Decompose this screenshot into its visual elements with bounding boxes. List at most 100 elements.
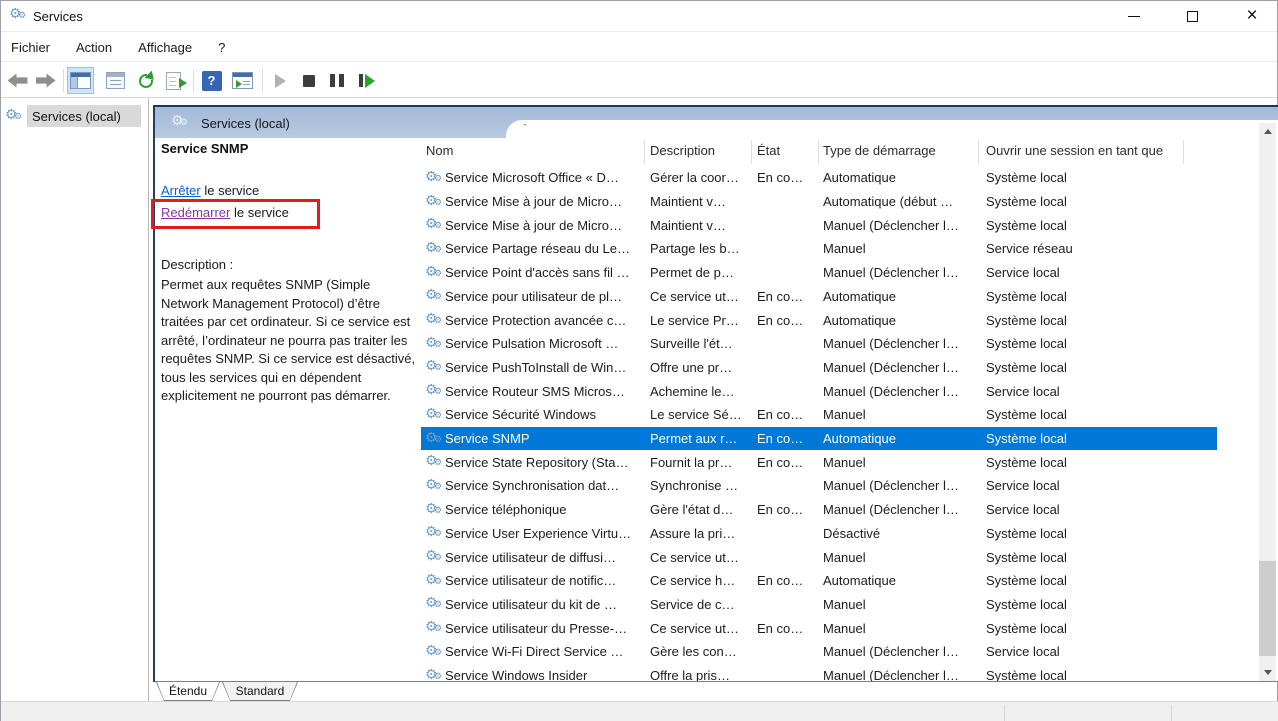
scroll-down-icon[interactable] [1259, 664, 1276, 681]
refresh-icon[interactable] [132, 67, 159, 94]
service-description-cell: Le service Sé… [650, 407, 757, 422]
service-row[interactable]: ⚙⚙Service utilisateur du kit de …Service… [421, 593, 1217, 617]
service-row[interactable]: ⚙⚙Service Point d'accès sans fil …Permet… [421, 261, 1217, 285]
show-taskpad-icon[interactable] [229, 67, 256, 94]
export-list-icon[interactable] [160, 67, 187, 94]
menu-fichier[interactable]: Fichier [11, 40, 50, 55]
service-startup-type-cell: Automatique [823, 431, 986, 446]
column-header-etat[interactable]: État [757, 143, 780, 158]
back-icon[interactable] [4, 67, 31, 94]
service-logon-as-cell: Service local [986, 644, 1213, 659]
service-row[interactable]: ⚙⚙Service Sécurité WindowsLe service Sé…… [421, 403, 1217, 427]
service-row[interactable]: ⚙⚙Service pour utilisateur de pl…Ce serv… [421, 285, 1217, 309]
menu-action[interactable]: Action [76, 40, 112, 55]
scrollbar-thumb[interactable] [1259, 561, 1276, 656]
column-header-nom[interactable]: Nom [426, 143, 453, 158]
service-name-cell: Service téléphonique [445, 502, 566, 517]
service-description-cell: Service de c… [650, 597, 757, 612]
service-description-cell: Offre la pris… [650, 668, 757, 681]
service-logon-as-cell: Service réseau [986, 241, 1213, 256]
service-row[interactable]: ⚙⚙Service PushToInstall de Win…Offre une… [421, 356, 1217, 380]
band-title: Services (local) [201, 116, 290, 131]
service-row[interactable]: ⚙⚙Service utilisateur du Presse-…Ce serv… [421, 616, 1217, 640]
service-description-cell: Achemine le… [650, 384, 757, 399]
service-row[interactable]: ⚙⚙Service Mise à jour de Micro…Maintient… [421, 190, 1217, 214]
service-row[interactable]: ⚙⚙Service Mise à jour de Micro…Maintient… [421, 213, 1217, 237]
start-service-icon[interactable] [267, 67, 294, 94]
service-description-cell: Ce service h… [650, 573, 757, 588]
title-bar: ⚙⚙ Services × [1, 1, 1277, 32]
service-gear-icon: ⚙⚙ [425, 502, 443, 518]
service-row[interactable]: ⚙⚙Service Synchronisation dat…Synchronis… [421, 474, 1217, 498]
service-startup-type-cell: Manuel (Déclencher l… [823, 336, 986, 351]
service-startup-type-cell: Automatique [823, 289, 986, 304]
service-detail-pane: Service SNMP Arrêter le service Redémarr… [161, 141, 419, 156]
service-startup-type-cell: Manuel [823, 407, 986, 422]
service-description-cell: Gère les con… [650, 644, 757, 659]
menu-affichage[interactable]: Affichage [138, 40, 192, 55]
column-header-description[interactable]: Description [650, 143, 715, 158]
properties-icon[interactable] [102, 67, 129, 94]
service-startup-type-cell: Manuel [823, 597, 986, 612]
service-row[interactable]: ⚙⚙Service Protection avancée c…Le servic… [421, 308, 1217, 332]
service-row[interactable]: ⚙⚙Service utilisateur de diffusi…Ce serv… [421, 545, 1217, 569]
service-logon-as-cell: Service local [986, 384, 1213, 399]
scroll-up-icon[interactable] [1259, 123, 1276, 140]
service-row[interactable]: ⚙⚙Service Routeur SMS Micros…Achemine le… [421, 379, 1217, 403]
minimize-icon[interactable] [1111, 1, 1157, 32]
help-icon[interactable]: ? [198, 67, 225, 94]
service-description-cell: Gérer la coor… [650, 170, 757, 185]
stop-service-link[interactable]: Arrêter [161, 183, 201, 198]
service-name-cell: Service Protection avancée c… [445, 313, 626, 328]
service-startup-type-cell: Manuel (Déclencher l… [823, 218, 986, 233]
stop-service-suffix: le service [201, 183, 260, 198]
close-icon[interactable]: × [1229, 1, 1275, 32]
column-header-ouvrir-session[interactable]: Ouvrir une session en tant que [986, 143, 1163, 158]
service-startup-type-cell: Manuel (Déclencher l… [823, 360, 986, 375]
service-startup-type-cell: Manuel (Déclencher l… [823, 384, 986, 399]
service-name-cell: Service utilisateur du Presse-… [445, 621, 627, 636]
service-description-cell: Gère l'état d… [650, 502, 757, 517]
service-status-cell: En co… [757, 289, 823, 304]
service-description-cell: Ce service ut… [650, 550, 757, 565]
service-row[interactable]: ⚙⚙Service Wi-Fi Direct Service …Gère les… [421, 640, 1217, 664]
service-row[interactable]: ⚙⚙Service User Experience Virtu…Assure l… [421, 522, 1217, 546]
service-row[interactable]: ⚙⚙Service Partage réseau du Le…Partage l… [421, 237, 1217, 261]
service-row[interactable]: ⚙⚙Service State Repository (Sta…Fournit … [421, 450, 1217, 474]
service-rows: ⚙⚙Service Microsoft Office « D…Gérer la … [421, 166, 1217, 681]
tab-standard[interactable]: Standard [222, 682, 298, 701]
service-gear-icon: ⚙⚙ [425, 312, 443, 328]
list-scrollbar[interactable] [1259, 123, 1276, 681]
service-startup-type-cell: Manuel (Déclencher l… [823, 265, 986, 280]
service-name-cell: Service State Repository (Sta… [445, 455, 629, 470]
service-logon-as-cell: Système local [986, 550, 1213, 565]
service-row[interactable]: ⚙⚙Service utilisateur de notific…Ce serv… [421, 569, 1217, 593]
service-gear-icon: ⚙⚙ [425, 573, 443, 589]
service-startup-type-cell: Manuel [823, 241, 986, 256]
service-description-cell: Surveille l'ét… [650, 336, 757, 351]
service-logon-as-cell: Système local [986, 621, 1213, 636]
service-startup-type-cell: Automatique [823, 313, 986, 328]
tree-item-services-local[interactable]: ⚙⚙ Services (local) [5, 105, 121, 127]
menu-help[interactable]: ? [218, 40, 225, 55]
service-row[interactable]: ⚙⚙Service Microsoft Office « D…Gérer la … [421, 166, 1217, 190]
restart-service-icon[interactable] [353, 67, 380, 94]
tab-etendu[interactable]: Étendu [156, 682, 220, 701]
service-row[interactable]: ⚙⚙Service SNMPPermet aux r…En co…Automat… [421, 427, 1217, 451]
column-header-type-demarrage[interactable]: Type de démarrage [823, 143, 936, 158]
service-name-cell: Service Wi-Fi Direct Service … [445, 644, 623, 659]
sort-ascending-icon: ˆ [523, 123, 527, 135]
service-row[interactable]: ⚙⚙Service Pulsation Microsoft …Surveille… [421, 332, 1217, 356]
service-logon-as-cell: Système local [986, 407, 1213, 422]
service-name-cell: Service utilisateur de diffusi… [445, 550, 616, 565]
maximize-icon[interactable] [1169, 1, 1215, 32]
service-startup-type-cell: Manuel [823, 550, 986, 565]
show-console-tree-icon[interactable] [67, 67, 94, 94]
service-row[interactable]: ⚙⚙Service téléphoniqueGère l'état d…En c… [421, 498, 1217, 522]
service-gear-icon: ⚙⚙ [425, 454, 443, 470]
pause-service-icon[interactable] [323, 67, 350, 94]
forward-icon[interactable] [32, 67, 59, 94]
service-status-cell: En co… [757, 170, 823, 185]
stop-service-icon[interactable] [295, 67, 322, 94]
service-row[interactable]: ⚙⚙Service Windows InsiderOffre la pris…M… [421, 664, 1217, 681]
